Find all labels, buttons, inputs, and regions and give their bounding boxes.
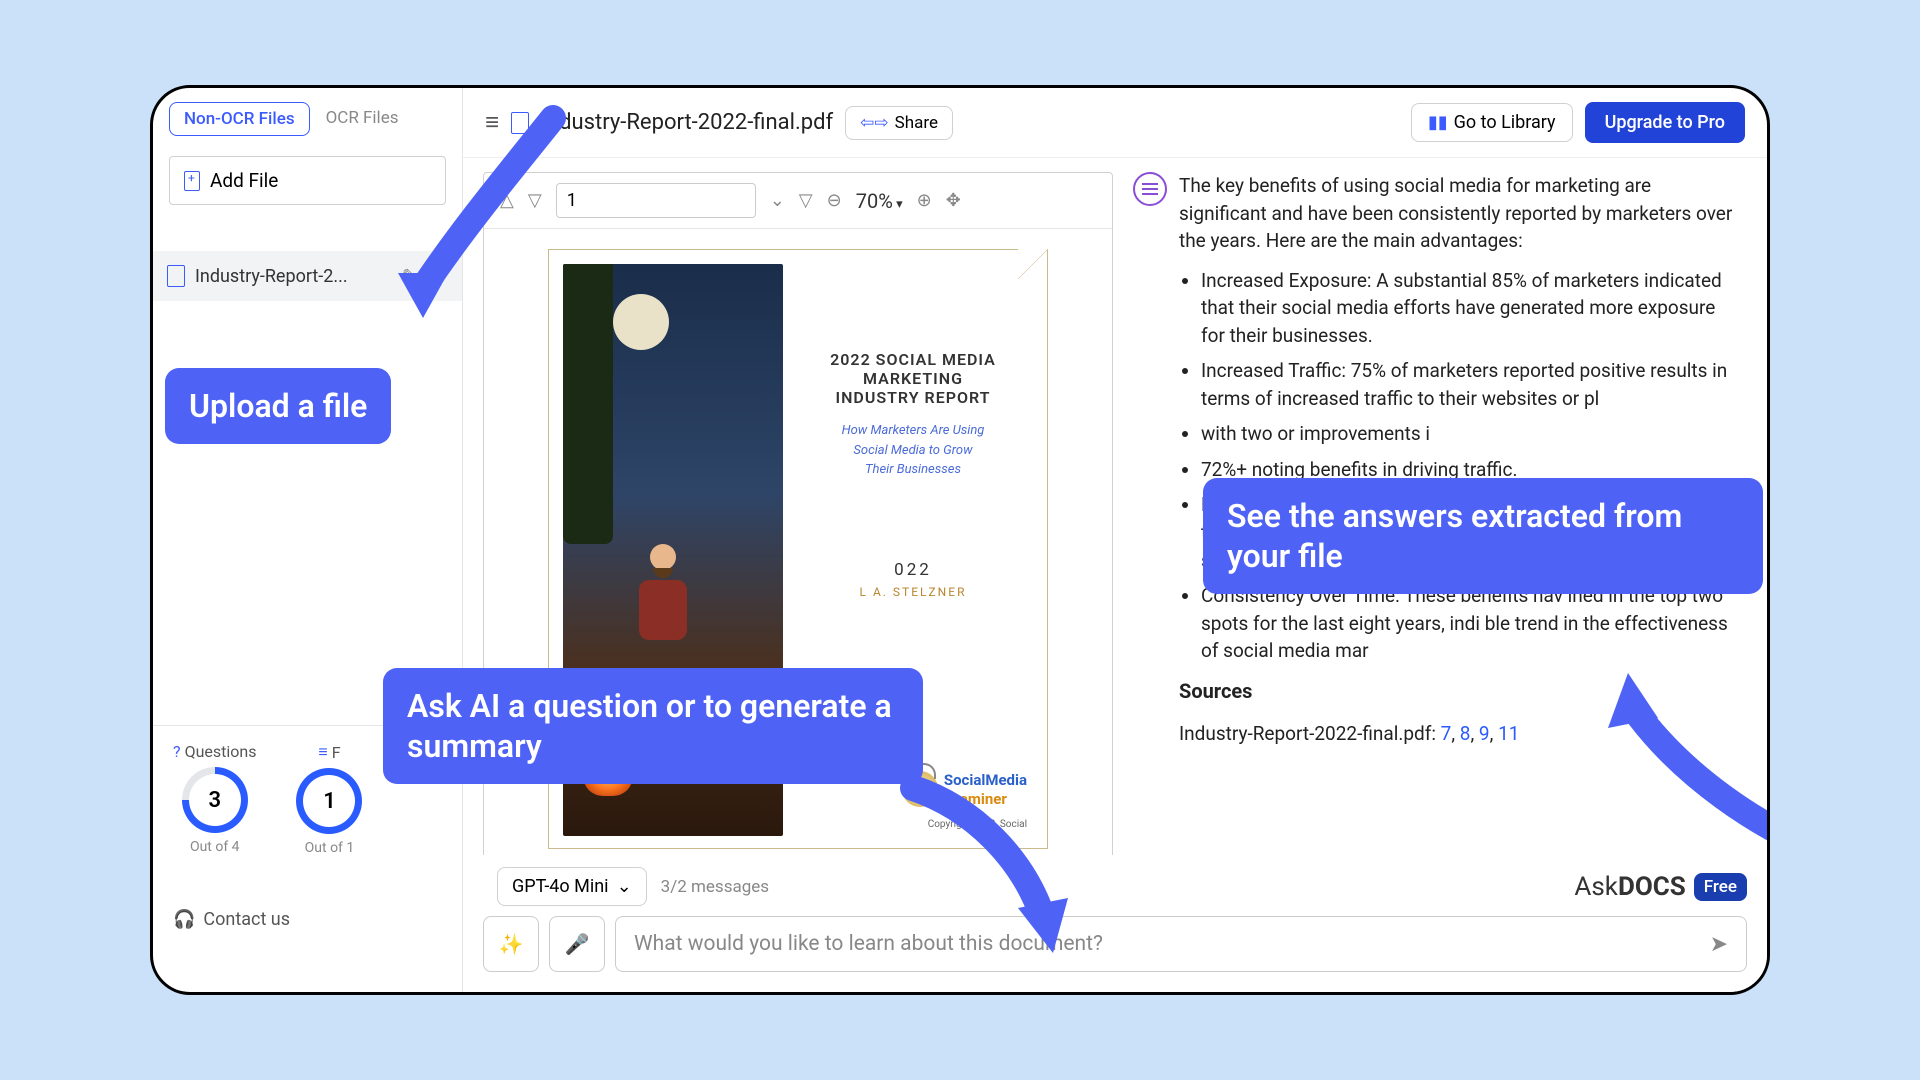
source-page-7[interactable]: 7 <box>1441 722 1452 745</box>
message-count: 3/2 messages <box>661 877 769 897</box>
file-icon <box>167 265 185 287</box>
counter2-value: 1 <box>303 775 355 827</box>
library-button[interactable]: ▮▮ Go to Library <box>1411 103 1573 142</box>
pdf-title-1: 2022 SOCIAL MEDIA <box>799 350 1027 369</box>
questions-value: 3 <box>189 774 241 826</box>
upgrade-button[interactable]: Upgrade to Pro <box>1585 102 1745 143</box>
page-number-input[interactable] <box>556 183 756 218</box>
library-icon: ▮▮ <box>1428 112 1448 133</box>
chevron-down-icon[interactable]: ⌄ <box>770 190 785 211</box>
counter2-label: F <box>332 743 341 762</box>
send-icon[interactable]: ➤ <box>1710 932 1728 957</box>
source-file: Industry-Report-2022-final.pdf: <box>1179 722 1436 745</box>
pdf-author: L A. STELZNER <box>799 585 1027 599</box>
pdf-subtitle-2: Social Media to Grow <box>799 441 1027 461</box>
contact-label: Contact us <box>203 909 290 930</box>
add-file-label: Add File <box>210 169 278 192</box>
header-bar: ≡ Industry-Report-2022-final.pdf ⇦⇨ Shar… <box>463 88 1767 158</box>
arrow-ask-icon <box>893 768 1093 972</box>
pdf-subtitle-3: Their Businesses <box>799 460 1027 480</box>
questions-counter: ?Questions 3 Out of 4 <box>173 742 256 856</box>
share-label: Share <box>895 113 938 133</box>
pdf-title-3: INDUSTRY REPORT <box>799 388 1027 407</box>
model-selector[interactable]: GPT-4o Mini ⌄ <box>497 867 647 906</box>
zoom-dropdown-icon[interactable]: ▾ <box>893 197 903 212</box>
zoom-out-icon[interactable]: ⊖ <box>827 190 842 211</box>
header-filename: Industry-Report-2022-final.pdf <box>541 110 833 135</box>
bookmark-icon[interactable]: ▽ <box>799 190 813 211</box>
source-page-9[interactable]: 9 <box>1479 722 1490 745</box>
questions-label: Questions <box>185 742 257 761</box>
app-frame: Non-OCR Files OCR Files Add File Industr… <box>150 85 1770 995</box>
counter2-out-of: Out of 1 <box>305 840 355 856</box>
file-item-name: Industry-Report-2... <box>195 266 392 287</box>
arrow-upload-icon <box>383 108 583 332</box>
add-file-icon <box>184 171 200 191</box>
zoom-value: 70% <box>856 189 893 213</box>
answer-bullet-3: with two or improvements i <box>1201 420 1737 448</box>
share-icon: ⇦⇨ <box>860 113 889 133</box>
headset-icon: 🎧 <box>173 909 195 930</box>
share-button[interactable]: ⇦⇨ Share <box>845 106 953 140</box>
counter-2: ≡F 1 Out of 1 <box>296 742 362 856</box>
contact-us-link[interactable]: 🎧 Contact us <box>173 909 290 930</box>
pdf-title-2: MARKETING <box>799 369 1027 388</box>
chevron-down-icon: ⌄ <box>617 876 632 897</box>
answer-bullet-2: Increased Traffic: 75% of marketers repo… <box>1201 357 1737 412</box>
move-icon[interactable]: ✥ <box>946 190 961 211</box>
zoom-in-icon[interactable]: ⊕ <box>917 190 932 211</box>
callout-upload: Upload a file <box>165 368 391 444</box>
source-page-11[interactable]: 11 <box>1498 722 1519 745</box>
pdf-subtitle-1: How Marketers Are Using <box>799 421 1027 441</box>
library-label: Go to Library <box>1454 112 1556 133</box>
pdf-year: 022 <box>799 560 1027 580</box>
questions-out-of: Out of 4 <box>190 839 240 855</box>
callout-ask: Ask AI a question or to generate a summa… <box>383 668 923 784</box>
source-page-8[interactable]: 8 <box>1460 722 1471 745</box>
chat-input-bar: GPT-4o Mini ⌄ 3/2 messages AskDOCS Free … <box>463 855 1767 992</box>
arrow-see-icon <box>1583 658 1770 882</box>
model-label: GPT-4o Mini <box>512 876 609 897</box>
mic-icon[interactable]: 🎤 <box>549 916 605 972</box>
ai-avatar-icon <box>1133 172 1167 206</box>
callout-see: See the answers extracted from your file <box>1203 478 1763 594</box>
tab-non-ocr[interactable]: Non-OCR Files <box>169 102 310 136</box>
answer-intro: The key benefits of using social media f… <box>1179 172 1737 255</box>
magic-icon[interactable]: ✨ <box>483 916 539 972</box>
chat-text-input[interactable]: What would you like to learn about this … <box>615 916 1747 972</box>
answer-bullet-1: Increased Exposure: A substantial 85% of… <box>1201 267 1737 350</box>
answer-bullet-6: Consistency Over Time: These benefits ha… <box>1201 582 1737 665</box>
